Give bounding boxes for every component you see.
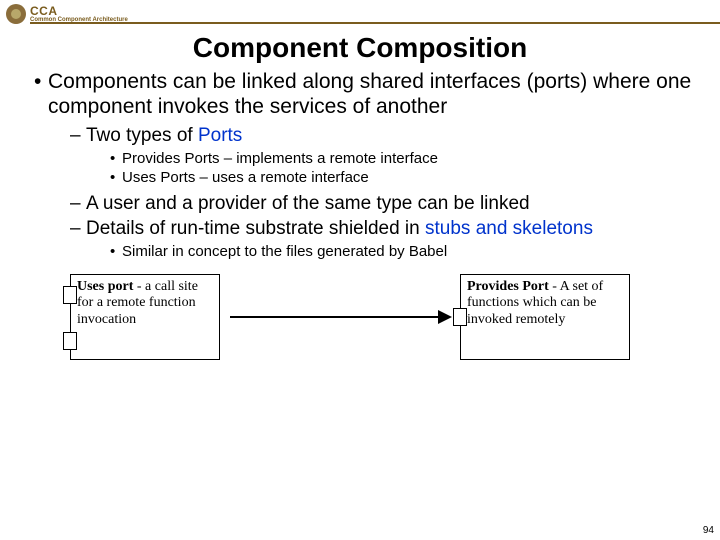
- page-number: 94: [703, 525, 714, 536]
- sub-ports: Two types of Ports Provides Ports – impl…: [70, 124, 700, 188]
- provides-port-title: Provides Port: [467, 279, 549, 294]
- arrow-head-icon: [438, 310, 452, 324]
- ports-link: Ports: [198, 125, 242, 146]
- uses-port-notch-top: [63, 286, 77, 304]
- logo-text-block: CCA Common Component Architecture: [30, 5, 128, 23]
- bullet-main: Components can be linked along shared in…: [34, 70, 700, 262]
- subsub-babel: Similar in concept to the files generate…: [110, 242, 700, 262]
- subsub-provides: Provides Ports – implements a remote int…: [110, 149, 700, 169]
- bullet-main-text: Components can be linked along shared in…: [48, 70, 691, 118]
- uses-port-notch-bottom: [63, 332, 77, 350]
- provides-port-notch: [453, 308, 467, 326]
- sub-stubs-prefix: Details of run-time substrate shielded i…: [86, 218, 425, 239]
- bullet-list: Components can be linked along shared in…: [34, 70, 700, 262]
- logo-title: CCA: [30, 5, 128, 17]
- sub-list: Two types of Ports Provides Ports – impl…: [70, 124, 700, 262]
- subsub-list-1: Provides Ports – implements a remote int…: [110, 149, 700, 188]
- sub-ports-prefix: Two types of: [86, 125, 198, 146]
- cca-logo-icon: [6, 4, 26, 24]
- provides-port-box: Provides Port - A set of functions which…: [460, 274, 630, 360]
- uses-port-box: Uses port - a call site for a remote fun…: [70, 274, 220, 360]
- sub-linked: A user and a provider of the same type c…: [70, 192, 700, 215]
- subsub-uses: Uses Ports – uses a remote interface: [110, 168, 700, 188]
- header-divider: [30, 22, 720, 24]
- arrow-line: [230, 316, 440, 318]
- uses-port-title: Uses port: [77, 279, 133, 294]
- sub-stubs: Details of run-time substrate shielded i…: [70, 217, 700, 262]
- subsub-list-2: Similar in concept to the files generate…: [110, 242, 700, 262]
- slide-header: CCA Common Component Architecture: [0, 0, 720, 24]
- stubs-link: stubs and skeletons: [425, 218, 593, 239]
- page-title: Component Composition: [0, 32, 720, 64]
- port-diagram: Uses port - a call site for a remote fun…: [60, 272, 690, 372]
